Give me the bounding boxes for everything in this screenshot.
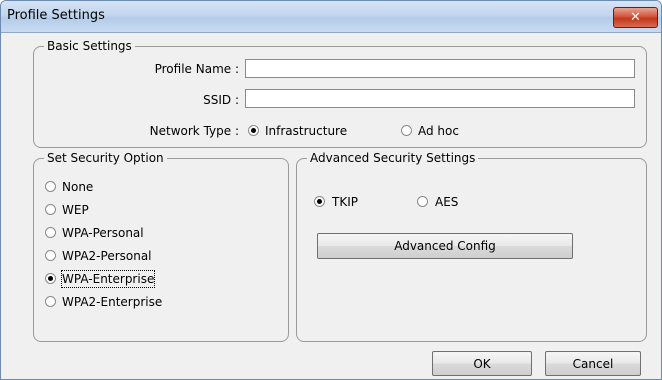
ok-button[interactable]: OK [432,351,532,376]
close-icon: ✕ [630,10,641,25]
window-title: Profile Settings [7,8,105,23]
advanced-config-button[interactable]: Advanced Config [317,233,573,259]
security-wep-radio[interactable] [45,204,56,215]
security-none-radio[interactable] [45,181,56,192]
network-type-label: Network Type : [149,124,239,138]
security-wep-label[interactable]: WEP [62,202,89,218]
basic-settings-legend: Basic Settings [44,39,135,53]
security-wpa-enterprise-label[interactable]: WPA-Enterprise [60,270,156,288]
title-bar[interactable]: Profile Settings ✕ [1,1,661,33]
aes-radio[interactable] [417,196,428,207]
security-wpa2-personal-radio[interactable] [45,250,56,261]
aes-label[interactable]: AES [435,194,458,210]
infrastructure-label[interactable]: Infrastructure [265,123,347,139]
ssid-label: SSID : [203,93,239,107]
profile-name-input[interactable] [245,59,635,78]
profile-name-label: Profile Name : [154,62,239,76]
cancel-button[interactable]: Cancel [545,351,641,376]
security-wpa-personal-radio[interactable] [45,227,56,238]
profile-settings-dialog: Profile Settings ✕ Basic Settings Profil… [0,0,662,380]
adhoc-label[interactable]: Ad hoc [418,123,459,139]
adhoc-radio[interactable] [401,125,412,136]
security-wpa2-enterprise-radio[interactable] [45,296,56,307]
tkip-label[interactable]: TKIP [332,194,358,210]
security-wpa-personal-label[interactable]: WPA-Personal [62,225,144,241]
security-wpa2-personal-label[interactable]: WPA2-Personal [62,248,152,264]
advanced-security-legend: Advanced Security Settings [307,151,479,165]
tkip-radio[interactable] [314,196,325,207]
ssid-input[interactable] [245,89,635,108]
security-option-legend: Set Security Option [44,151,167,165]
close-button[interactable]: ✕ [613,7,658,28]
security-wpa2-enterprise-label[interactable]: WPA2-Enterprise [62,294,162,310]
security-none-label[interactable]: None [62,179,93,195]
security-wpa-enterprise-radio[interactable] [45,273,56,284]
infrastructure-radio[interactable] [248,125,259,136]
